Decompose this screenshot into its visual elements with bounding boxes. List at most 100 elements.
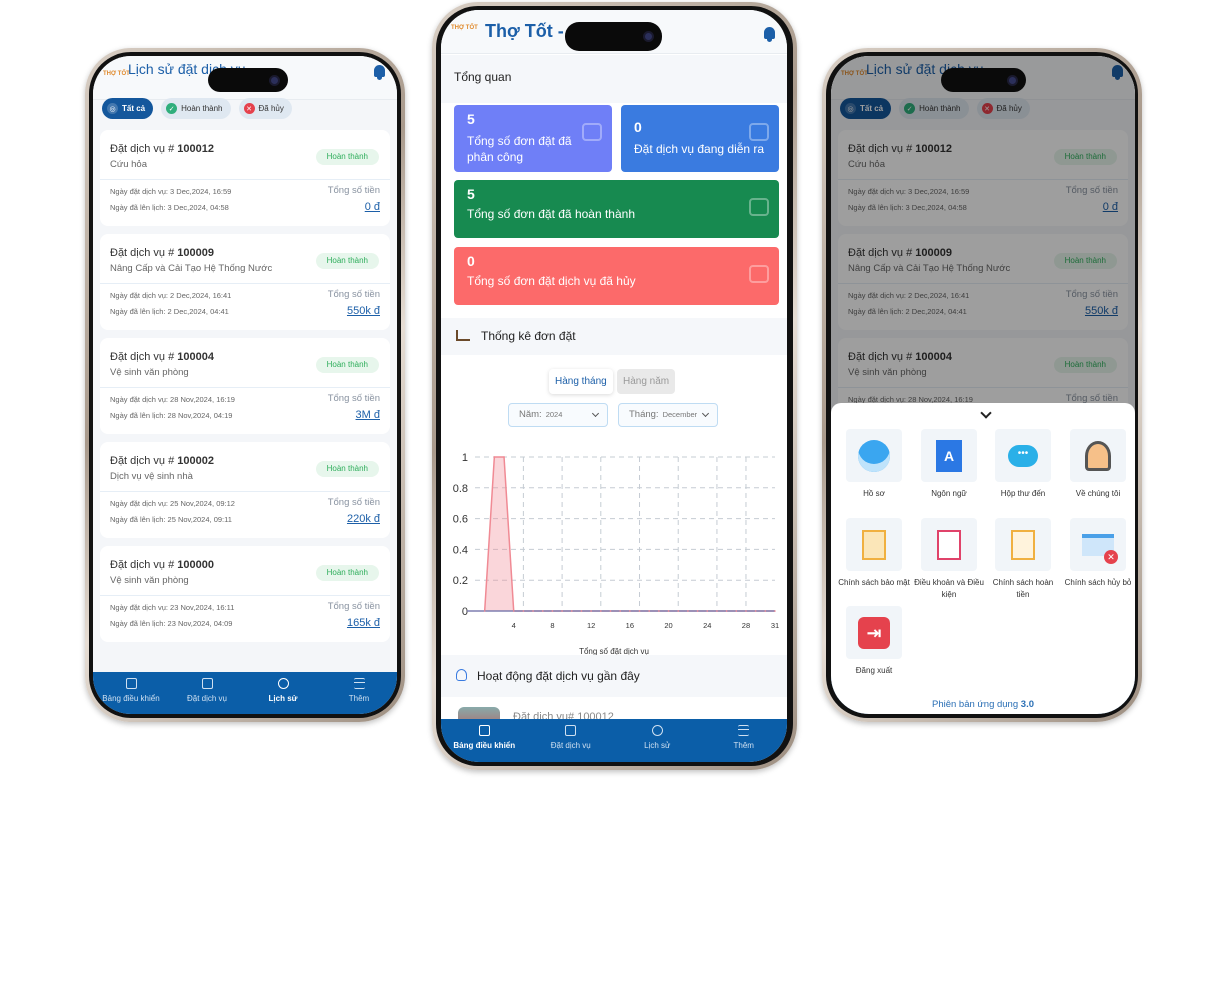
chart-growth-icon [582, 123, 602, 141]
dynamic-island [208, 68, 288, 92]
booked-value: 28 Nov,2024, 16:19 [170, 395, 235, 404]
version-number: 3.0 [1020, 699, 1034, 710]
menu-item[interactable]: ⇥ Đăng xuất [837, 606, 911, 677]
nav-more[interactable]: Thêm [321, 672, 397, 714]
data-point [716, 610, 718, 612]
stat-card[interactable]: 0 Đặt dịch vụ đang diễn ra [621, 105, 779, 172]
nav-history[interactable]: Lịch sử [245, 672, 321, 714]
bell-icon[interactable] [374, 65, 385, 80]
year-select[interactable]: Năm: 2024 [508, 403, 608, 427]
scheduled-date: Ngày đã lên lịch: 2 Dec,2024, 04:41 [110, 307, 229, 316]
nav-dashboard[interactable]: Bảng điều khiển [93, 672, 169, 714]
y-tick-label: 0.2 [453, 575, 468, 587]
scheduled-value: 2 Dec,2024, 04:41 [167, 307, 229, 316]
tab-yearly[interactable]: Hàng năm [617, 369, 676, 394]
filter-label: Hoàn thành [181, 104, 223, 113]
booking-card[interactable]: Đặt dịch vụ # 100012 Cứu hỏa Hoàn thành … [100, 130, 390, 226]
data-point [658, 610, 660, 612]
logout-icon: ⇥ [846, 606, 902, 659]
y-tick-label: 0 [462, 606, 468, 618]
booking-id: 100004 [177, 351, 214, 363]
tab-monthly[interactable]: Hàng tháng [549, 369, 613, 394]
menu-item[interactable]: Chính sách bảo mật [837, 518, 911, 589]
scheduled-label: Ngày đã lên lịch: [110, 515, 166, 524]
booking-card[interactable]: Đặt dịch vụ # 100009 Nâng Cấp và Cải Tạo… [100, 234, 390, 330]
divider [100, 283, 390, 284]
menu-item[interactable]: Chính sách hoàn tiền [986, 518, 1060, 601]
booking-card[interactable]: Đặt dịch vụ # 100000 Vệ sinh văn phòng H… [100, 546, 390, 642]
cancel-policy-icon: ✕ [1070, 518, 1126, 571]
scheduled-date: Ngày đã lên lịch: 25 Nov,2024, 09:11 [110, 515, 232, 524]
filter-completed[interactable]: ✓ Hoàn thành [161, 98, 231, 119]
filter-cancelled[interactable]: ✕ Đã hủy [238, 98, 292, 119]
stat-card[interactable]: 5 Tổng số đơn đặt đã phân công [454, 105, 612, 172]
nav-history[interactable]: Lịch sử [614, 719, 701, 762]
scheduled-date: Ngày đã lên lịch: 3 Dec,2024, 04:58 [110, 203, 229, 212]
data-point [600, 610, 602, 612]
data-point [590, 610, 592, 612]
nav-book-service[interactable]: Đặt dịch vụ [528, 719, 615, 762]
stats-section-title: Thống kê đơn đặt [481, 329, 576, 343]
month-select[interactable]: Tháng: December [618, 403, 718, 427]
chat-icon: ••• [995, 429, 1051, 482]
scheduled-label: Ngày đã lên lịch: [110, 411, 166, 420]
divider [100, 387, 390, 388]
nav-label: Lịch sử [268, 694, 298, 703]
chevron-down-icon[interactable] [980, 407, 992, 419]
stat-card[interactable]: 5 Tổng số đơn đặt đã hoàn thành [454, 180, 779, 238]
scheduled-date: Ngày đã lên lịch: 23 Nov,2024, 04:09 [110, 619, 232, 628]
status-badge: Hoàn thành [315, 357, 379, 373]
booked-label: Ngày đặt dịch vụ: [110, 603, 168, 612]
app-title: Thợ Tốt - [485, 21, 564, 41]
menu-item[interactable]: Điều khoản và Điều kiện [912, 518, 986, 601]
data-point [503, 456, 505, 458]
menu-item-label: Ngôn ngữ [931, 489, 967, 498]
nav-book-service[interactable]: Đặt dịch vụ [169, 672, 245, 714]
total-amount: 165k đ [346, 617, 380, 629]
menu-item-label: Đăng xuất [855, 666, 893, 675]
menu-item[interactable]: ✕ Chính sách hủy bỏ [1061, 518, 1135, 589]
menu-item[interactable]: Hồ sơ [837, 429, 911, 500]
nav-label: Thêm [733, 741, 754, 750]
status-badge: Hoàn thành [315, 149, 379, 165]
data-point [725, 610, 728, 612]
gear-icon [749, 123, 769, 141]
data-point [580, 610, 583, 612]
x-tick-label: 12 [587, 621, 595, 630]
y-tick-label: 0.8 [453, 483, 468, 495]
booking-id: 100002 [177, 455, 214, 467]
year-label: Năm: [519, 409, 542, 420]
menu-item[interactable]: Về chúng tôi [1061, 429, 1135, 500]
more-menu-sheet: Hồ sơ A Ngôn ngữ ••• Hộp thư đến Về chúng tôi… [831, 403, 1135, 714]
data-point [706, 610, 709, 612]
menu-item-label: Điều khoản và Điều kiện [914, 578, 984, 599]
total-amount: 220k đ [346, 513, 380, 525]
series-line [483, 456, 775, 612]
filter-label: Tất cả [122, 104, 146, 113]
app-version: Phiên bản ứng dụng 3.0 [831, 699, 1135, 710]
nav-more[interactable]: Thêm [701, 719, 788, 762]
divider [100, 491, 390, 492]
filter-all[interactable]: ◎ Tất cả [102, 98, 154, 119]
booked-label: Ngày đặt dịch vụ: [110, 499, 168, 508]
support-agent-icon [1070, 429, 1126, 482]
x-tick-label: 8 [550, 621, 554, 630]
bell-icon[interactable] [764, 27, 775, 42]
booked-date: Ngày đặt dịch vụ: 3 Dec,2024, 16:59 [110, 187, 231, 196]
status-badge: Hoàn thành [315, 461, 379, 477]
booking-card[interactable]: Đặt dịch vụ # 100002 Dịch vụ vệ sinh nhà… [100, 442, 390, 538]
data-point [522, 610, 525, 612]
stat-value: 0 [467, 253, 475, 269]
total-label: Tổng số tiền [327, 497, 380, 508]
menu-item-label: Chính sách hủy bỏ [1064, 578, 1132, 587]
booking-service: Cứu hỏa [110, 159, 147, 170]
y-tick-label: 0.6 [453, 514, 468, 526]
terms-icon [921, 518, 977, 571]
booking-card[interactable]: Đặt dịch vụ # 100004 Vệ sinh văn phòng H… [100, 338, 390, 434]
menu-item[interactable]: ••• Hộp thư đến [986, 429, 1060, 500]
stat-card[interactable]: 0 Tổng số đơn đặt dịch vụ đã hủy [454, 247, 779, 305]
data-point [696, 610, 699, 612]
nav-dashboard[interactable]: Bảng điều khiển [441, 719, 528, 762]
target-icon: ◎ [107, 103, 118, 114]
menu-item[interactable]: A Ngôn ngữ [912, 429, 986, 500]
